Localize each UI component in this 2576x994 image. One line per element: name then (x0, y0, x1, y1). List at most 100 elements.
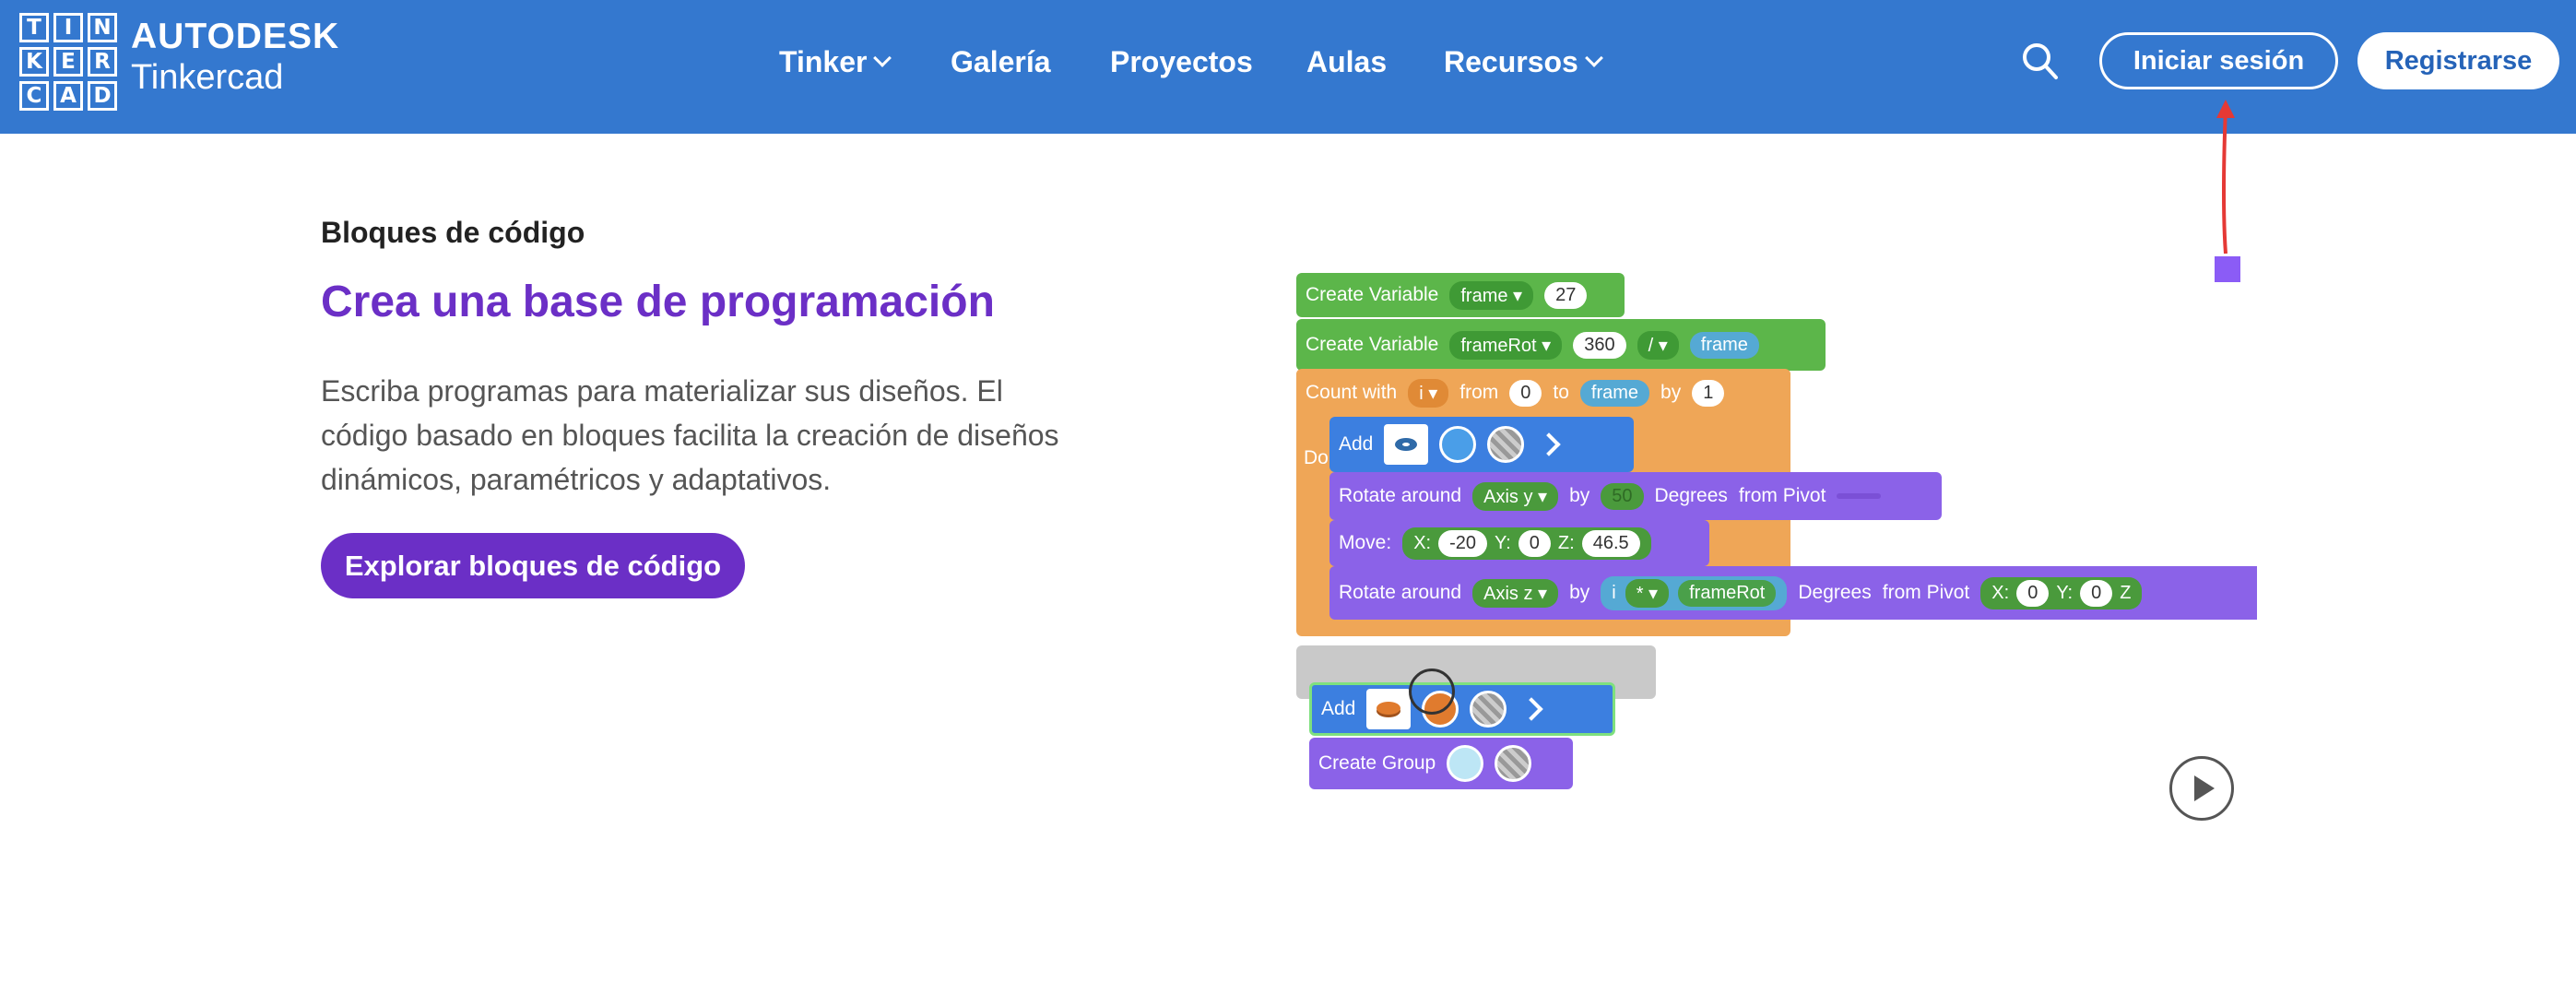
by-label: by (1569, 582, 1590, 603)
operator-dropdown: * ▾ (1625, 578, 1670, 608)
variable-name: i (1419, 383, 1424, 404)
chevron-right-icon (1519, 697, 1544, 721)
cursor-indicator (1409, 669, 1455, 715)
nav-aulas[interactable]: Aulas (1306, 39, 1387, 85)
pivot-label: from Pivot (1882, 582, 1970, 603)
color-swatch-blue (1439, 426, 1477, 463)
block-label: Rotate around (1339, 485, 1462, 506)
block-label: Count with (1306, 382, 1398, 403)
operator: / (1648, 335, 1654, 356)
logo-letter: I (53, 13, 83, 42)
add-shape-block: Add (1329, 417, 1634, 472)
logo-letter: R (88, 47, 117, 77)
rotate-around-block: Rotate around Axis y ▾ by 50 Degrees fro… (1329, 472, 1942, 520)
pivot-label: from Pivot (1738, 485, 1826, 506)
create-variable-block: Create Variable frameRot ▾ 360 / ▾ frame (1296, 319, 1826, 371)
rotate-around-block: Rotate around Axis z ▾ by i * ▾ frameRot… (1329, 566, 2257, 620)
operator-dropdown: / ▾ (1637, 330, 1679, 360)
block-label: Add (1321, 698, 1356, 719)
login-button[interactable]: Iniciar sesión (2099, 32, 2338, 89)
z-label: Z (2120, 582, 2132, 603)
register-button[interactable]: Registrarse (2357, 32, 2559, 89)
logo-letter: D (88, 81, 117, 111)
variable-reference: frame (1579, 379, 1650, 407)
add-shape-block: Add (1309, 682, 1615, 736)
annotation-arrow (2216, 100, 2235, 254)
block-label: Create Group (1318, 752, 1436, 774)
y-value: 0 (1518, 529, 1551, 557)
logo-letter: C (19, 81, 49, 111)
chevron-down-icon (873, 49, 892, 67)
axis-dropdown: Axis z ▾ (1472, 578, 1559, 608)
logo-letter: K (19, 47, 49, 77)
xyz-group: X: -20 Y: 0 Z: 46.5 (1402, 527, 1651, 560)
operator: * (1636, 583, 1644, 604)
block-label: Rotate around (1339, 582, 1462, 603)
variable-name: i (1612, 582, 1616, 603)
nav-galeria[interactable]: Galería (951, 39, 1051, 85)
block-label: Create Variable (1306, 334, 1439, 355)
variable-dropdown: i ▾ (1408, 378, 1449, 408)
y-label: Y: (2056, 582, 2074, 603)
nav-galeria-label: Galería (951, 45, 1051, 78)
logo-letter: T (19, 13, 49, 42)
variable-dropdown: frame ▾ (1449, 280, 1534, 310)
nav-aulas-label: Aulas (1306, 45, 1388, 78)
x-label: X: (1991, 582, 2010, 603)
x-value: -20 (1438, 529, 1487, 557)
section-description: Escriba programas para materializar sus … (321, 374, 1059, 496)
axis-name: Axis z (1483, 583, 1533, 604)
section-headline: Crea una base de programación (321, 278, 995, 326)
hole-swatch-icon (1495, 745, 1532, 782)
move-block: Move: X: -20 Y: 0 Z: 46.5 (1329, 520, 1709, 566)
tinkercad-logo[interactable]: T I N K E R C A D (19, 13, 117, 111)
from-label: from (1459, 382, 1499, 403)
value-pill: 360 (1573, 331, 1626, 359)
color-swatch-lightblue (1447, 745, 1484, 782)
chevron-down-icon (1584, 49, 1603, 67)
block-label: Create Variable (1306, 284, 1439, 305)
pivot-xyz-group: X: 0 Y: 0 Z (1980, 576, 2143, 609)
coin-shape-icon (1366, 689, 1412, 729)
variable-reference: frame (1689, 331, 1759, 359)
hole-swatch-icon (1470, 691, 1507, 728)
nav-tinker[interactable]: Tinker (779, 39, 892, 85)
codeblocks-illustration: Create Variable frame ▾ 27 Create Variab… (1291, 267, 2257, 821)
count-with-block: Count with i ▾ from 0 to frame by 1 (1296, 369, 1790, 417)
logo-letter: A (53, 81, 83, 111)
variable-dropdown: frameRot ▾ (1449, 330, 1563, 360)
nav-tinker-label: Tinker (779, 45, 868, 78)
degrees-label: Degrees (1798, 582, 1872, 603)
create-variable-block: Create Variable frame ▾ 27 (1296, 273, 1625, 317)
y-label: Y: (1495, 532, 1511, 553)
create-group-block: Create Group (1309, 738, 1573, 789)
math-expression: i * ▾ frameRot (1601, 575, 1788, 610)
value-pill: 0 (1509, 379, 1542, 407)
x-value: 0 (2016, 579, 2050, 607)
variable-name: frameRot (1460, 335, 1537, 356)
block-label: Move: (1339, 532, 1392, 553)
play-triangle (2194, 775, 2215, 801)
y-value: 0 (2080, 579, 2113, 607)
explore-codeblocks-button[interactable]: Explorar bloques de código (321, 533, 745, 598)
top-navigation-bar: T I N K E R C A D AUTODESK Tinkercad Tin… (0, 0, 2576, 134)
brand-name[interactable]: AUTODESK Tinkercad (131, 17, 339, 98)
hole-swatch-icon (1487, 426, 1525, 463)
section-eyebrow: Bloques de código (321, 216, 585, 249)
search-icon[interactable] (2022, 41, 2059, 81)
logo-letter: N (88, 13, 117, 42)
value-pill: 50 (1601, 482, 1644, 510)
by-label: by (1660, 382, 1682, 403)
play-icon[interactable] (2169, 756, 2234, 821)
degrees-label: Degrees (1654, 485, 1728, 506)
block-label: Add (1339, 433, 1374, 455)
torus-shape-icon (1384, 424, 1429, 465)
x-label: X: (1413, 532, 1432, 553)
nav-recursos-label: Recursos (1444, 45, 1578, 78)
pivot-toggle (1837, 493, 1882, 499)
brand-tinkercad: Tinkercad (131, 58, 284, 97)
nav-recursos[interactable]: Recursos (1444, 39, 1603, 85)
to-label: to (1553, 382, 1569, 403)
chevron-right-icon (1537, 432, 1562, 456)
nav-proyectos[interactable]: Proyectos (1110, 39, 1253, 85)
